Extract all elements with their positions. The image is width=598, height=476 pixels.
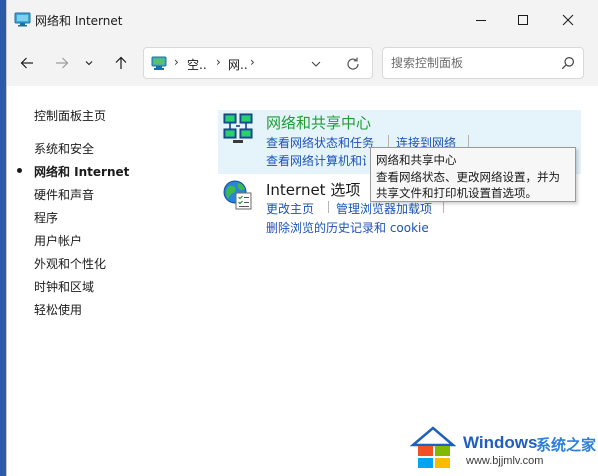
- refresh-icon[interactable]: [345, 56, 361, 72]
- chevron-down-icon[interactable]: [309, 57, 323, 71]
- breadcrumb-separator: ›: [216, 55, 221, 69]
- arrow-up-icon: [115, 56, 127, 69]
- site-watermark: Windows 系统之家 www.bjjmlv.com: [408, 422, 598, 476]
- category-title-internet-options[interactable]: Internet 选项: [266, 179, 360, 200]
- link-change-homepage[interactable]: 更改主页: [266, 200, 314, 217]
- sidebar-item-clock-region[interactable]: 时钟和区域: [34, 278, 94, 295]
- link-delete-browsing-history[interactable]: 删除浏览的历史记录和 cookie: [266, 219, 429, 236]
- breadcrumb-item[interactable]: 网..: [228, 56, 248, 73]
- address-bar[interactable]: › 空.. › 网.. ›: [143, 47, 373, 79]
- control-panel-icon: [151, 56, 167, 70]
- close-button[interactable]: [545, 0, 591, 40]
- network-sharing-icon: [223, 113, 253, 143]
- tooltip-line: 查看网络状态、更改网络设置，并为: [376, 169, 560, 184]
- watermark-url: www.bjjmlv.com: [466, 455, 544, 467]
- sidebar-item-appearance[interactable]: 外观和个性化: [34, 255, 106, 272]
- breadcrumb-item[interactable]: 空..: [187, 56, 207, 73]
- maximize-button[interactable]: [500, 0, 546, 40]
- forward-button[interactable]: [50, 51, 74, 75]
- sidebar-item-control-panel-home[interactable]: 控制面板主页: [34, 107, 106, 124]
- tooltip: 网络和共享中心 查看网络状态、更改网络设置，并为 共享文件和打印机设置首选项。: [370, 147, 576, 202]
- up-button[interactable]: [109, 51, 133, 75]
- navigation-toolbar: › 空.. › 网.. ›: [7, 40, 598, 86]
- network-icon: [14, 12, 31, 27]
- sidebar-nav: 控制面板主页 系统和安全 网络和 Internet 硬件和声音 程序 用户帐户 …: [7, 86, 207, 386]
- watermark-brand: Windows: [463, 433, 538, 452]
- control-panel-window: 网络和 Internet › 空.. › 网.. › 搜索控制面板 控制面板主页…: [6, 0, 598, 476]
- sidebar-item-network-internet[interactable]: 网络和 Internet: [34, 163, 129, 180]
- chevron-down-icon: [85, 61, 93, 66]
- tooltip-title: 网络和共享中心: [376, 153, 457, 167]
- window-title: 网络和 Internet: [35, 14, 123, 28]
- sidebar-item-system-security[interactable]: 系统和安全: [34, 140, 94, 157]
- link-view-network-status[interactable]: 查看网络状态和任务: [266, 134, 374, 151]
- sidebar-item-hardware-sound[interactable]: 硬件和声音: [34, 186, 94, 203]
- tooltip-line: 共享文件和打印机设置首选项。: [376, 186, 537, 200]
- minimize-icon: [476, 20, 486, 21]
- close-icon: [562, 14, 574, 26]
- sidebar-item-programs[interactable]: 程序: [34, 209, 58, 226]
- sidebar-item-ease-of-access[interactable]: 轻松使用: [34, 301, 82, 318]
- arrow-left-icon: [20, 57, 33, 69]
- search-input[interactable]: [391, 55, 551, 71]
- link-divider: [328, 201, 329, 213]
- title-bar[interactable]: 网络和 Internet: [7, 0, 598, 40]
- arrow-right-icon: [56, 57, 69, 69]
- watermark-site-name: 系统之家: [536, 436, 597, 454]
- back-button[interactable]: [15, 51, 39, 75]
- link-manage-addons[interactable]: 管理浏览器加载项: [336, 200, 432, 217]
- recent-locations-button[interactable]: [80, 51, 98, 75]
- windows-logo-icon: [410, 426, 456, 468]
- sidebar-item-user-accounts[interactable]: 用户帐户: [34, 232, 82, 249]
- internet-options-icon: [223, 180, 252, 210]
- minimize-button[interactable]: [458, 0, 504, 40]
- breadcrumb-separator: ›: [174, 55, 179, 69]
- link-divider: [443, 201, 444, 213]
- active-bullet: [17, 168, 22, 173]
- search-icon[interactable]: [561, 56, 575, 70]
- link-divider: [468, 135, 469, 147]
- link-divider: [388, 135, 389, 147]
- breadcrumb-separator: ›: [250, 55, 255, 69]
- maximize-icon: [518, 15, 528, 25]
- search-box[interactable]: [382, 47, 584, 79]
- category-title-network-sharing-center[interactable]: 网络和共享中心: [266, 112, 371, 133]
- link-view-network-computers[interactable]: 查看网络计算机和设备: [266, 152, 366, 169]
